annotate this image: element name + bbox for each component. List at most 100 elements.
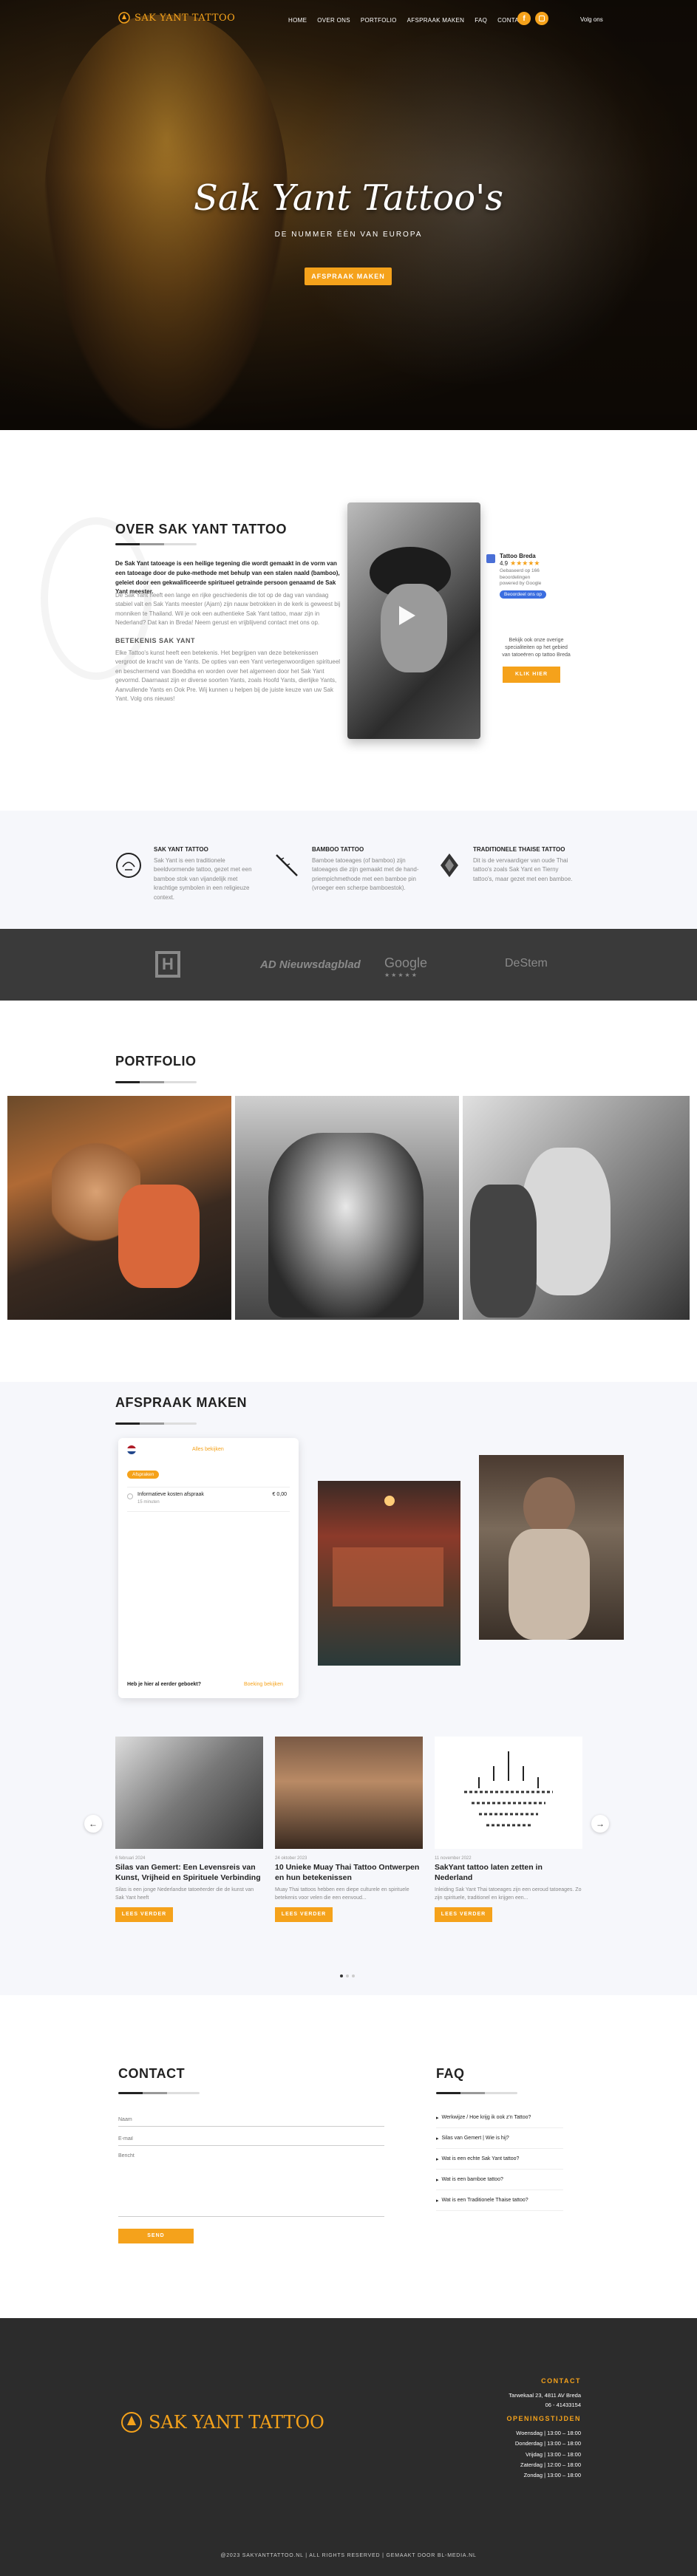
- footer-address[interactable]: Tarwekaal 23, 4811 AV Breda: [433, 2392, 581, 2399]
- blog-image[interactable]: [435, 1737, 582, 1849]
- instagram-icon[interactable]: [535, 12, 548, 25]
- review-count: Gebaseerd op 166 beoordelingen: [500, 568, 540, 581]
- about-video[interactable]: [347, 502, 480, 739]
- blog-image[interactable]: [115, 1737, 263, 1849]
- klik-hier-button[interactable]: KLIK HIER: [503, 667, 560, 683]
- title-divider: [115, 1422, 197, 1425]
- blog-title[interactable]: Silas van Gemert: Een Levensreis van Kun…: [115, 1863, 263, 1883]
- portfolio-image-2[interactable]: [235, 1096, 459, 1320]
- nav-portfolio[interactable]: PORTFOLIO: [361, 17, 397, 24]
- slider-next-button[interactable]: →: [591, 1815, 609, 1833]
- partners-bar: H AD Nieuwsdagblad Google ★★★★★ DeStem: [0, 929, 697, 1001]
- partner-stars: ★★★★★: [384, 972, 418, 978]
- blog-date: 6 februari 2024: [115, 1856, 146, 1861]
- review-button[interactable]: Beoordeel ons op: [500, 590, 546, 599]
- caret-right-icon: ▸: [436, 2115, 439, 2121]
- partner-logo-ad: AD Nieuwsdagblad: [260, 958, 361, 971]
- partner-logo-h: H: [155, 951, 180, 978]
- feature-text: Bamboe tatoeages (of bamboo) zijn tatoea…: [312, 857, 419, 892]
- review-rating: 4.9: [500, 560, 509, 567]
- blog-title[interactable]: SakYant tattoo laten zetten in Nederland: [435, 1863, 582, 1883]
- partner-logo-destem: DeStem: [505, 957, 548, 970]
- google-review-widget: Tattoo Breda 4.9 ★★★★★ Gebaseerd op 166 …: [486, 553, 575, 599]
- faq-item[interactable]: ▸ Silas van Gemert | Wie is hij?: [436, 2128, 563, 2149]
- radio-icon[interactable]: [127, 1493, 133, 1499]
- slider-prev-button[interactable]: ←: [84, 1815, 102, 1833]
- footer-hours-title: OPENINGSTIJDEN: [506, 2415, 581, 2422]
- sak-yant-design-icon: [464, 1751, 553, 1827]
- nav-over-ons[interactable]: OVER ONS: [317, 17, 350, 24]
- title-divider: [115, 543, 197, 545]
- play-icon[interactable]: [399, 606, 415, 625]
- message-textarea[interactable]: [118, 2153, 384, 2217]
- footer: SAK YANT TATTOO CONTACT Tarwekaal 23, 48…: [0, 2318, 697, 2576]
- bamboo-needle-icon: [276, 854, 298, 876]
- widget-service-row[interactable]: Informatieve kosten afspraak 15 minuten …: [127, 1487, 290, 1512]
- widget-tab[interactable]: Afspraken: [127, 1471, 160, 1479]
- email-input[interactable]: [118, 2133, 384, 2146]
- nav-faq[interactable]: FAQ: [475, 17, 487, 24]
- send-button[interactable]: SEND: [118, 2229, 194, 2243]
- feature-text: Dit is de vervaardiger van oude Thai tat…: [473, 857, 573, 882]
- portfolio-image-1[interactable]: [7, 1096, 231, 1320]
- name-input[interactable]: [118, 2113, 384, 2127]
- about-title: OVER SAK YANT TATTOO: [115, 522, 288, 536]
- widget-header[interactable]: Alles bekijken: [192, 1447, 224, 1452]
- blog-date: 11 november 2022: [435, 1856, 472, 1861]
- service-duration: 15 minuten: [137, 1500, 160, 1505]
- faq-title: FAQ: [436, 2066, 465, 2081]
- blog-image[interactable]: [275, 1737, 423, 1849]
- blog-excerpt: Inleiding Sak Yant Thai tatoeages zijn e…: [435, 1887, 582, 1901]
- partner-logo-google: Google: [384, 955, 428, 970]
- widget-footer-link[interactable]: Boeking bekijken: [244, 1682, 283, 1687]
- nav-afspraak[interactable]: AFSPRAAK MAKEN: [407, 17, 465, 24]
- faq-item[interactable]: ▸ Wat is een echte Sak Yant tattoo?: [436, 2149, 563, 2170]
- language-switch[interactable]: Volg ons: [580, 16, 603, 23]
- logo-icon: [118, 12, 130, 24]
- footer-contact: CONTACT Tarwekaal 23, 4811 AV Breda 06 -…: [433, 2377, 581, 2481]
- feature-title: BAMBOO TATTOO: [312, 846, 364, 853]
- faq-item[interactable]: ▸ Wat is een bamboe tattoo?: [436, 2170, 563, 2190]
- review-cta-text: Bekijk ook onze overige specialiteiten o…: [502, 638, 571, 658]
- read-more-button[interactable]: LEES VERDER: [275, 1907, 333, 1922]
- faq-item[interactable]: ▸ Werkwijze / Hoe krijg ik ook z'n Tattoo…: [436, 2108, 563, 2128]
- feature-text: Sak Yant is een traditionele beeldvormen…: [154, 857, 252, 901]
- faq-list: ▸ Werkwijze / Hoe krijg ik ook z'n Tattoo…: [436, 2108, 563, 2211]
- portfolio-image-3[interactable]: [463, 1096, 690, 1320]
- artist-portrait-image: [479, 1455, 624, 1640]
- slider-dot[interactable]: [352, 1974, 355, 1977]
- nav-home[interactable]: HOME: [288, 17, 307, 24]
- slider-dot[interactable]: [346, 1974, 349, 1977]
- title-divider: [436, 2092, 517, 2094]
- slider-dot[interactable]: [340, 1974, 343, 1977]
- footer-phone[interactable]: 06 - 41433154: [433, 2402, 581, 2408]
- caret-right-icon: ▸: [436, 2136, 439, 2141]
- facebook-icon[interactable]: f: [517, 12, 531, 25]
- feature-title: TRADITIONELE THAISE TATTOO: [473, 846, 565, 853]
- slider-dots: [340, 1974, 355, 1977]
- read-more-button[interactable]: LEES VERDER: [115, 1907, 173, 1922]
- booking-widget: Alles bekijken Afspraken Informatieve ko…: [118, 1438, 299, 1698]
- blog-card: 24 oktober 2023 10 Unieke Muay Thai Tatt…: [275, 1737, 423, 1922]
- portfolio-title: PORTFOLIO: [115, 1054, 197, 1069]
- read-more-button[interactable]: LEES VERDER: [435, 1907, 492, 1922]
- footer-logo[interactable]: SAK YANT TATTOO: [120, 2411, 324, 2433]
- blog-title[interactable]: 10 Unieke Muay Thai Tattoo Ontwerpen en …: [275, 1863, 423, 1883]
- about-body-2: Elke Tattoo's kunst heeft een betekenis.…: [115, 650, 341, 702]
- feature-title: SAK YANT TATTOO: [154, 846, 208, 853]
- review-logo-icon: [486, 554, 495, 563]
- faq-item[interactable]: ▸ Wat is een Traditionele Thaise tattoo?: [436, 2190, 563, 2211]
- caret-right-icon: ▸: [436, 2198, 439, 2204]
- caret-right-icon: ▸: [436, 2156, 439, 2162]
- logo[interactable]: SAK YANT TATTOO: [118, 12, 235, 24]
- logo-icon: [121, 2412, 142, 2433]
- hero-cta-button[interactable]: AFSPRAAK MAKEN: [305, 268, 392, 285]
- title-divider: [118, 2092, 200, 2094]
- review-powered: powered by Google: [500, 581, 542, 587]
- flag-nl-icon[interactable]: [127, 1445, 136, 1454]
- blog-card: 11 november 2022 SakYant tattoo laten ze…: [435, 1737, 582, 1922]
- hero-title: Sak Yant Tattoo's: [194, 177, 503, 219]
- hero-section: SAK YANT TATTOO HOME OVER ONS PORTFOLIO …: [0, 0, 697, 430]
- sak-yant-icon: [116, 853, 141, 878]
- hero-subtitle: DE NUMMER ÉÉN VAN EUROPA: [274, 231, 423, 239]
